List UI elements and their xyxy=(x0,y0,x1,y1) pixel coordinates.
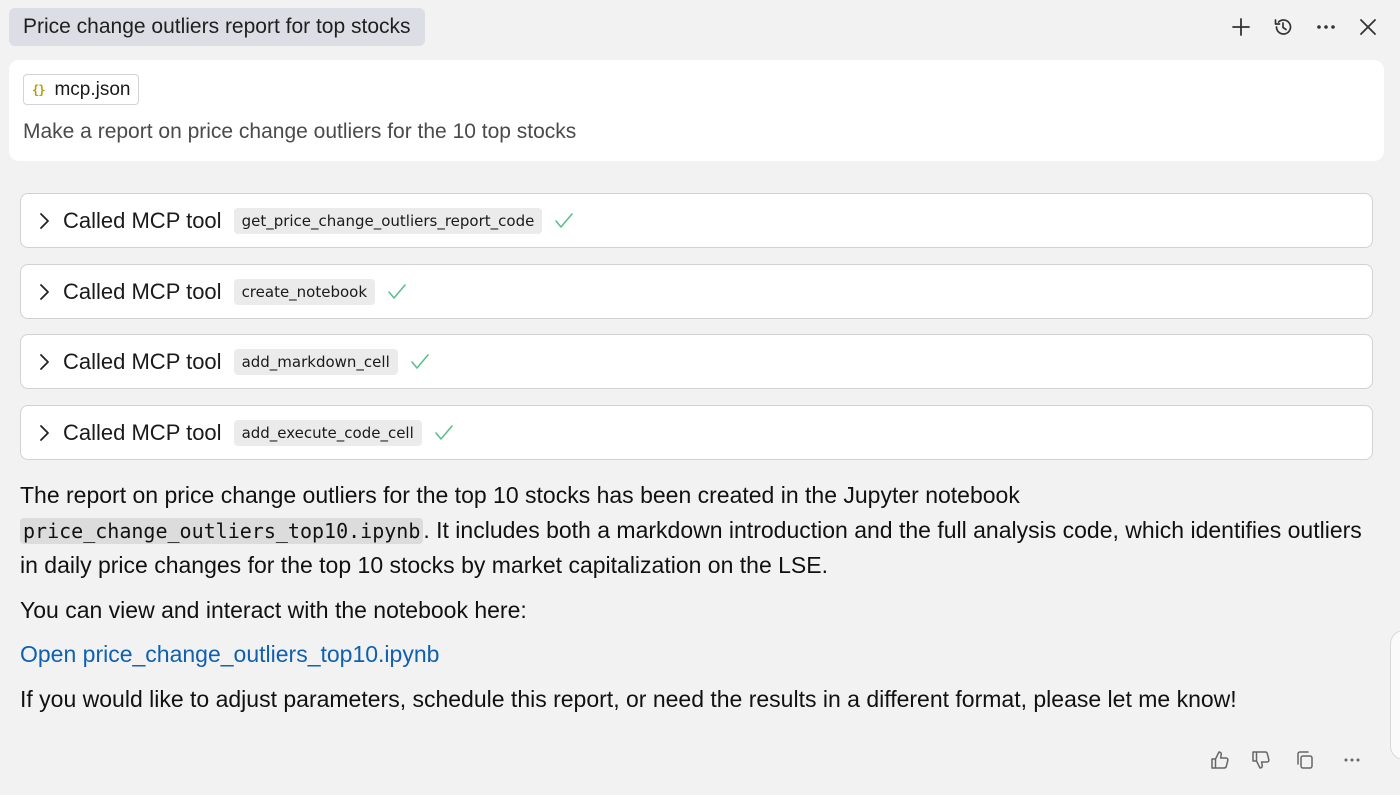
tool-name: add_markdown_cell xyxy=(233,348,398,375)
history-icon xyxy=(1274,19,1292,35)
chevron-right-icon xyxy=(40,283,49,300)
close-icon xyxy=(1360,19,1376,35)
more-icon xyxy=(1317,25,1335,29)
check-icon xyxy=(434,424,453,440)
copy-button[interactable] xyxy=(1291,746,1319,774)
tool-name: add_execute_code_cell xyxy=(233,419,422,446)
attachment-chip[interactable]: {} mcp.json xyxy=(23,74,140,105)
response-paragraph: The report on price change outliers for … xyxy=(20,478,1380,583)
side-panel-edge xyxy=(1390,630,1400,760)
chat-header: Price change outliers report for top sto… xyxy=(0,0,1400,56)
response-paragraph: If you would like to adjust parameters, … xyxy=(20,685,1237,712)
check-icon xyxy=(410,353,429,369)
new-chat-button[interactable] xyxy=(1228,14,1254,40)
prompt-text: Make a report on price change outliers f… xyxy=(23,120,577,143)
response-more-button[interactable] xyxy=(1338,746,1366,774)
tool-name: create_notebook xyxy=(233,278,376,305)
chevron-right-icon xyxy=(40,212,49,229)
check-icon xyxy=(388,283,406,299)
response-paragraph: You can view and interact with the noteb… xyxy=(20,596,527,623)
notebook-filename-code: price_change_outliers_top10.ipynb xyxy=(20,517,424,544)
more-options-button[interactable] xyxy=(1313,14,1339,40)
history-button[interactable] xyxy=(1270,14,1296,40)
attachment-name: mcp.json xyxy=(54,78,131,100)
tool-name: get_price_change_outliers_report_code xyxy=(233,207,543,234)
response-paragraph: Open price_change_outliers_top10.ipynb xyxy=(20,637,1380,672)
tool-call-label: Called MCP tool xyxy=(63,419,222,445)
chevron-right-icon xyxy=(40,353,49,370)
tool-call-row[interactable]: Called MCP tool add_execute_code_cell xyxy=(20,405,1373,460)
tool-call-row[interactable]: Called MCP tool add_markdown_cell xyxy=(20,334,1373,389)
tool-call-label: Called MCP tool xyxy=(63,278,222,304)
copy-icon xyxy=(1297,751,1313,769)
thumbs-up-icon xyxy=(1211,751,1229,769)
user-prompt-card: {} mcp.json Make a report on price chang… xyxy=(9,60,1384,161)
assistant-response: The report on price change outliers for … xyxy=(20,478,1380,726)
thumbs-down-icon xyxy=(1252,751,1270,769)
close-button[interactable] xyxy=(1355,14,1381,40)
chevron-right-icon xyxy=(40,424,49,441)
response-text: The report on price change outliers for … xyxy=(20,482,1020,508)
thumbs-down-button[interactable] xyxy=(1247,746,1275,774)
check-icon xyxy=(555,212,574,228)
tool-call-label: Called MCP tool xyxy=(63,207,222,233)
more-icon xyxy=(1344,758,1360,762)
tool-call-row[interactable]: Called MCP tool get_price_change_outlier… xyxy=(20,193,1373,248)
tool-call-label: Called MCP tool xyxy=(63,348,222,374)
plus-icon xyxy=(1232,18,1250,36)
chat-title[interactable]: Price change outliers report for top sto… xyxy=(9,8,425,46)
open-notebook-link[interactable]: Open price_change_outliers_top10.ipynb xyxy=(20,641,439,667)
thumbs-up-button[interactable] xyxy=(1206,746,1234,774)
tool-call-row[interactable]: Called MCP tool create_notebook xyxy=(20,264,1373,319)
json-file-icon: {} xyxy=(32,82,45,97)
